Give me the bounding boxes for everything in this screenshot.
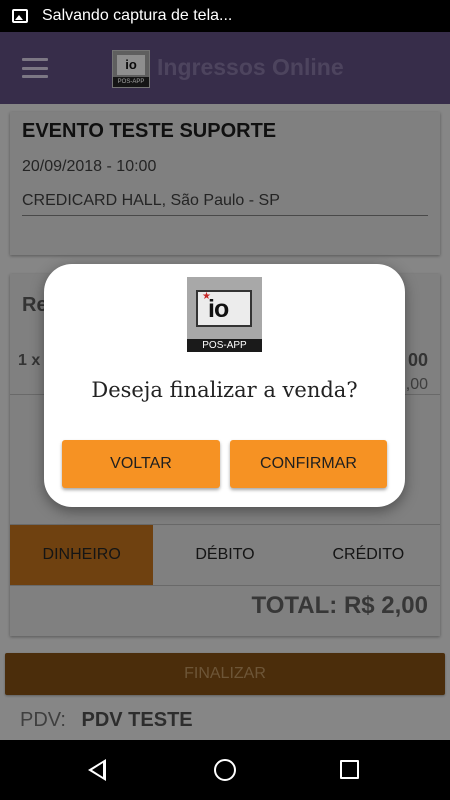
back-icon[interactable]: [88, 759, 106, 781]
app-bar: io POS-APP Ingressos Online: [0, 32, 450, 104]
event-card: EVENTO TESTE SUPORTE 20/09/2018 - 10:00 …: [10, 112, 440, 255]
app-title: Ingressos Online: [157, 54, 344, 80]
status-notification: Salvando captura de tela...: [42, 7, 233, 24]
status-bar: Salvando captura de tela...: [0, 0, 450, 32]
image-icon: [12, 9, 28, 23]
pdv-value: PDV TESTE: [81, 709, 193, 731]
confirm-dialog: ★ io POS-APP Deseja finalizar a venda? V…: [44, 264, 405, 507]
pos-app-logo: ★ io POS-APP: [187, 277, 262, 352]
back-button[interactable]: VOLTAR: [62, 440, 220, 488]
finalize-button[interactable]: FINALIZAR: [5, 653, 445, 695]
payment-option-dinheiro[interactable]: DINHEIRO: [10, 525, 154, 585]
system-nav-bar: [0, 740, 450, 800]
sale-item-quantity: 1 x: [18, 352, 41, 369]
dialog-message: Deseja finalizar a venda?: [91, 378, 358, 402]
payment-option-debito[interactable]: DÉBITO: [153, 525, 296, 585]
event-datetime: 20/09/2018 - 10:00: [22, 158, 157, 175]
confirm-button[interactable]: CONFIRMAR: [230, 440, 387, 488]
sale-item-subtotal: ,00: [405, 376, 428, 393]
event-name: EVENTO TESTE SUPORTE: [22, 120, 277, 142]
event-venue: CREDICARD HALL, São Paulo - SP: [22, 192, 280, 209]
pdv-info: PDV: PDV TESTE: [20, 709, 193, 732]
pdv-label: PDV:: [20, 709, 66, 731]
menu-icon[interactable]: [22, 58, 48, 78]
divider: [22, 215, 428, 216]
sale-item-price: 00: [407, 350, 428, 370]
payment-option-credito[interactable]: CRÉDITO: [297, 525, 440, 585]
app-logo: io POS-APP: [112, 50, 150, 88]
recent-apps-icon[interactable]: [340, 760, 359, 779]
payment-options: DINHEIRO DÉBITO CRÉDITO: [10, 524, 440, 586]
total-amount: TOTAL: R$ 2,00: [251, 592, 428, 619]
home-icon[interactable]: [214, 759, 236, 781]
